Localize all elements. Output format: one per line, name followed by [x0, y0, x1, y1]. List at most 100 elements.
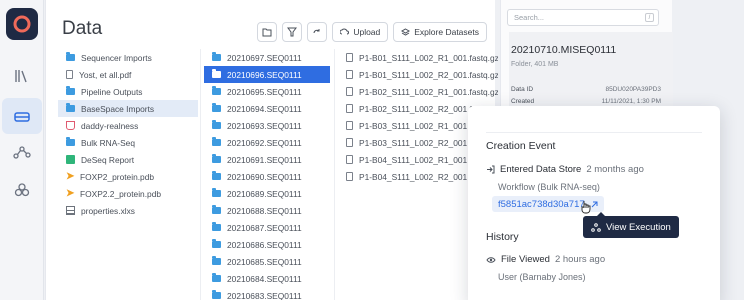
list-item-label: 20210690.SEQ0111: [227, 171, 302, 182]
list-item-label: P1-B01_S111_L002_R1_001.fastq.gz: [359, 52, 498, 63]
list-item[interactable]: 20210686.SEQ0111: [204, 236, 330, 253]
list-item-label: 20210689.SEQ0111: [227, 188, 302, 199]
list-item[interactable]: 20210684.SEQ0111: [204, 270, 330, 287]
file-icon: [346, 138, 353, 147]
list-item[interactable]: 20210687.SEQ0111: [204, 219, 330, 236]
folder-icon: [212, 273, 221, 282]
folder-icon: [212, 290, 221, 299]
entered-label: Entered Data Store: [500, 164, 582, 175]
list-item-label: 20210692.SEQ0111: [227, 137, 302, 148]
share-button[interactable]: [307, 22, 328, 42]
workflow-label: Workflow (Bulk RNA-seq): [498, 182, 600, 192]
data-id-label: Data ID: [511, 86, 534, 93]
list-item-label: 20210696.SEQ0111: [227, 69, 302, 80]
folder-column-root: Sequencer Imports Yost, et all.pdf Pipelin…: [58, 49, 198, 219]
folder-column-basespace: 20210697.SEQ0111 20210696.SEQ0111 20210695…: [204, 49, 330, 300]
filter-button[interactable]: [282, 22, 303, 42]
list-item[interactable]: 20210696.SEQ0111: [204, 66, 330, 83]
view-execution-tooltip: View Execution: [583, 212, 679, 238]
list-item-label: 20210686.SEQ0111: [227, 239, 302, 250]
explore-datasets-button[interactable]: Explore Datasets: [393, 22, 487, 42]
filter-icon: [287, 27, 298, 37]
list-item[interactable]: 20210691.SEQ0111: [204, 151, 330, 168]
data-browser: Data Upload Explore Datasets Sequencer I…: [45, 0, 498, 300]
list-item[interactable]: P1-B02_S111_L002_R1_001.fastq.gz: [338, 83, 498, 100]
spreadsheet-icon: [66, 206, 75, 215]
tooltip-label: View Execution: [606, 221, 671, 233]
list-item-label: 20210691.SEQ0111: [227, 154, 302, 165]
details-title: 20210710.MISEQ0111: [511, 44, 617, 56]
list-item-label: Pipeline Outputs: [81, 86, 143, 97]
list-item-label: P1-B02_S111_L002_R1_001.fastq.gz: [359, 86, 498, 97]
protein-icon: ➤: [66, 188, 75, 199]
rail-community-button[interactable]: [2, 172, 42, 208]
rail-library-button[interactable]: [2, 58, 42, 94]
community-icon: [14, 183, 30, 197]
list-item[interactable]: 20210697.SEQ0111: [204, 49, 330, 66]
folder-icon: [212, 188, 221, 197]
list-item[interactable]: 20210688.SEQ0111: [204, 202, 330, 219]
folder-icon: [212, 69, 221, 78]
list-item[interactable]: 20210683.SEQ0111: [204, 287, 330, 300]
list-item[interactable]: 20210689.SEQ0111: [204, 185, 330, 202]
file-icon: [346, 121, 353, 130]
workflow-icon: [591, 222, 601, 232]
folder-icon: [66, 52, 75, 61]
list-item[interactable]: Sequencer Imports: [58, 49, 198, 66]
execution-hash: f5851ac738d30a717: [498, 198, 585, 210]
file-icon: [346, 172, 353, 181]
folder-icon: [66, 86, 75, 95]
list-item-label: P1-B01_S111_L002_R2_001.fastq.gz: [359, 69, 498, 80]
upload-button[interactable]: Upload: [332, 22, 389, 42]
workflow-icon: [13, 146, 31, 159]
folder-icon: [212, 120, 221, 129]
folder-icon: [212, 256, 221, 265]
list-item-label: 20210695.SEQ0111: [227, 86, 302, 97]
column-divider: [334, 49, 335, 300]
list-item-label: properties.xlxs: [81, 205, 135, 216]
file-viewed-row: File Viewed 2 hours ago: [486, 254, 605, 265]
list-item[interactable]: Bulk RNA-Seq: [58, 134, 198, 151]
list-item[interactable]: 20210693.SEQ0111: [204, 117, 330, 134]
hand-cursor-icon: [581, 201, 591, 214]
shortcut-slash-icon: /: [645, 13, 654, 22]
viewed-label: File Viewed: [501, 254, 550, 265]
list-item[interactable]: daddy-realness: [58, 117, 198, 134]
list-item[interactable]: 20210694.SEQ0111: [204, 100, 330, 117]
list-item[interactable]: ➤ FOXP2.2_protein.pdb: [58, 185, 198, 202]
left-rail: [0, 0, 44, 300]
list-item[interactable]: properties.xlxs: [58, 202, 198, 219]
list-item[interactable]: Yost, et all.pdf: [58, 66, 198, 83]
list-item[interactable]: 20210685.SEQ0111: [204, 253, 330, 270]
search-input[interactable]: Search... /: [507, 9, 659, 26]
list-item-label: FOXP2_protein.pdb: [80, 171, 155, 182]
list-item[interactable]: P1-B01_S111_L002_R2_001.fastq.gz: [338, 66, 498, 83]
list-item-label: 20210693.SEQ0111: [227, 120, 302, 131]
search-placeholder: Search...: [514, 13, 545, 22]
list-item[interactable]: 20210695.SEQ0111: [204, 83, 330, 100]
list-item-label: FOXP2.2_protein.pdb: [80, 188, 162, 199]
app-logo[interactable]: [6, 8, 38, 40]
folder-icon: [66, 137, 75, 146]
list-item[interactable]: ➤ FOXP2_protein.pdb: [58, 168, 198, 185]
folder-icon: [212, 239, 221, 248]
file-icon: [346, 87, 353, 96]
list-item-label: daddy-realness: [81, 120, 139, 131]
new-folder-button[interactable]: [257, 22, 278, 42]
list-item[interactable]: 20210692.SEQ0111: [204, 134, 330, 151]
list-item-label: DeSeq Report: [81, 154, 135, 165]
list-item[interactable]: BaseSpace Imports: [58, 100, 198, 117]
created-value: 11/11/2021, 1:30 PM: [601, 98, 661, 105]
created-label: Created: [511, 98, 535, 105]
upload-label: Upload: [353, 27, 381, 37]
list-item[interactable]: DeSeq Report: [58, 151, 198, 168]
list-item[interactable]: P1-B01_S111_L002_R1_001.fastq.gz: [338, 49, 498, 66]
new-folder-icon: [262, 28, 272, 37]
entered-time: 2 months ago: [586, 164, 644, 175]
list-item[interactable]: Pipeline Outputs: [58, 83, 198, 100]
layers-icon: [401, 27, 411, 36]
rail-workflow-button[interactable]: [2, 134, 42, 170]
page-title: Data: [62, 18, 103, 39]
rail-drive-button[interactable]: [2, 98, 42, 134]
list-item[interactable]: 20210690.SEQ0111: [204, 168, 330, 185]
